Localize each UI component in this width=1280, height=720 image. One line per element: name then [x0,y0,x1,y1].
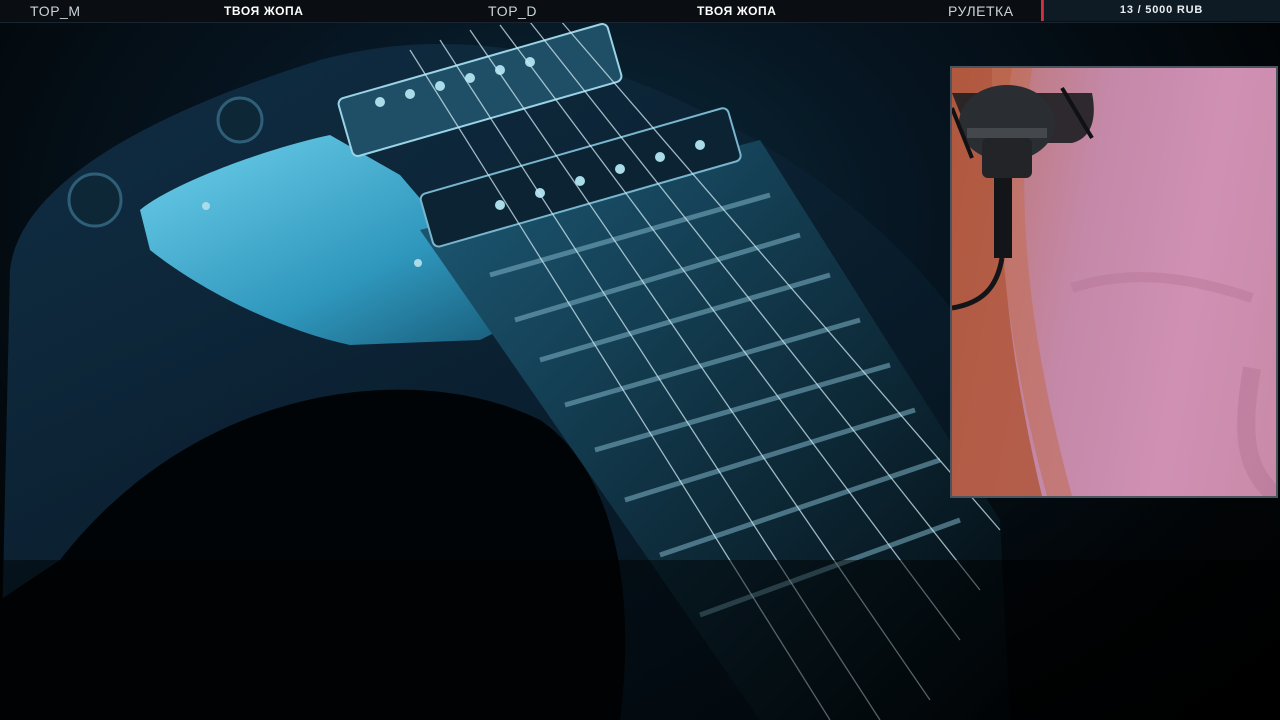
top-day-label: TOP_D [488,3,537,19]
top-month-label: TOP_M [30,3,81,19]
donation-goal-text: 13 / 5000 RUB [1119,4,1204,16]
roulette-label: РУЛЕТКА [948,3,1014,19]
stream-overlay: TOP_M ТВОЯ ЖОПА TOP_D ТВОЯ ЖОПА РУЛЕТКА … [0,0,1280,720]
top-info-bar: TOP_M ТВОЯ ЖОПА TOP_D ТВОЯ ЖОПА РУЛЕТКА … [0,0,1280,23]
donation-goal-bar: 13 / 5000 RUB [1041,0,1280,21]
top-day-value: ТВОЯ ЖОПА [697,4,777,18]
webcam-image [952,68,1276,496]
webcam-feed [950,66,1278,498]
top-month-value: ТВОЯ ЖОПА [224,4,304,18]
